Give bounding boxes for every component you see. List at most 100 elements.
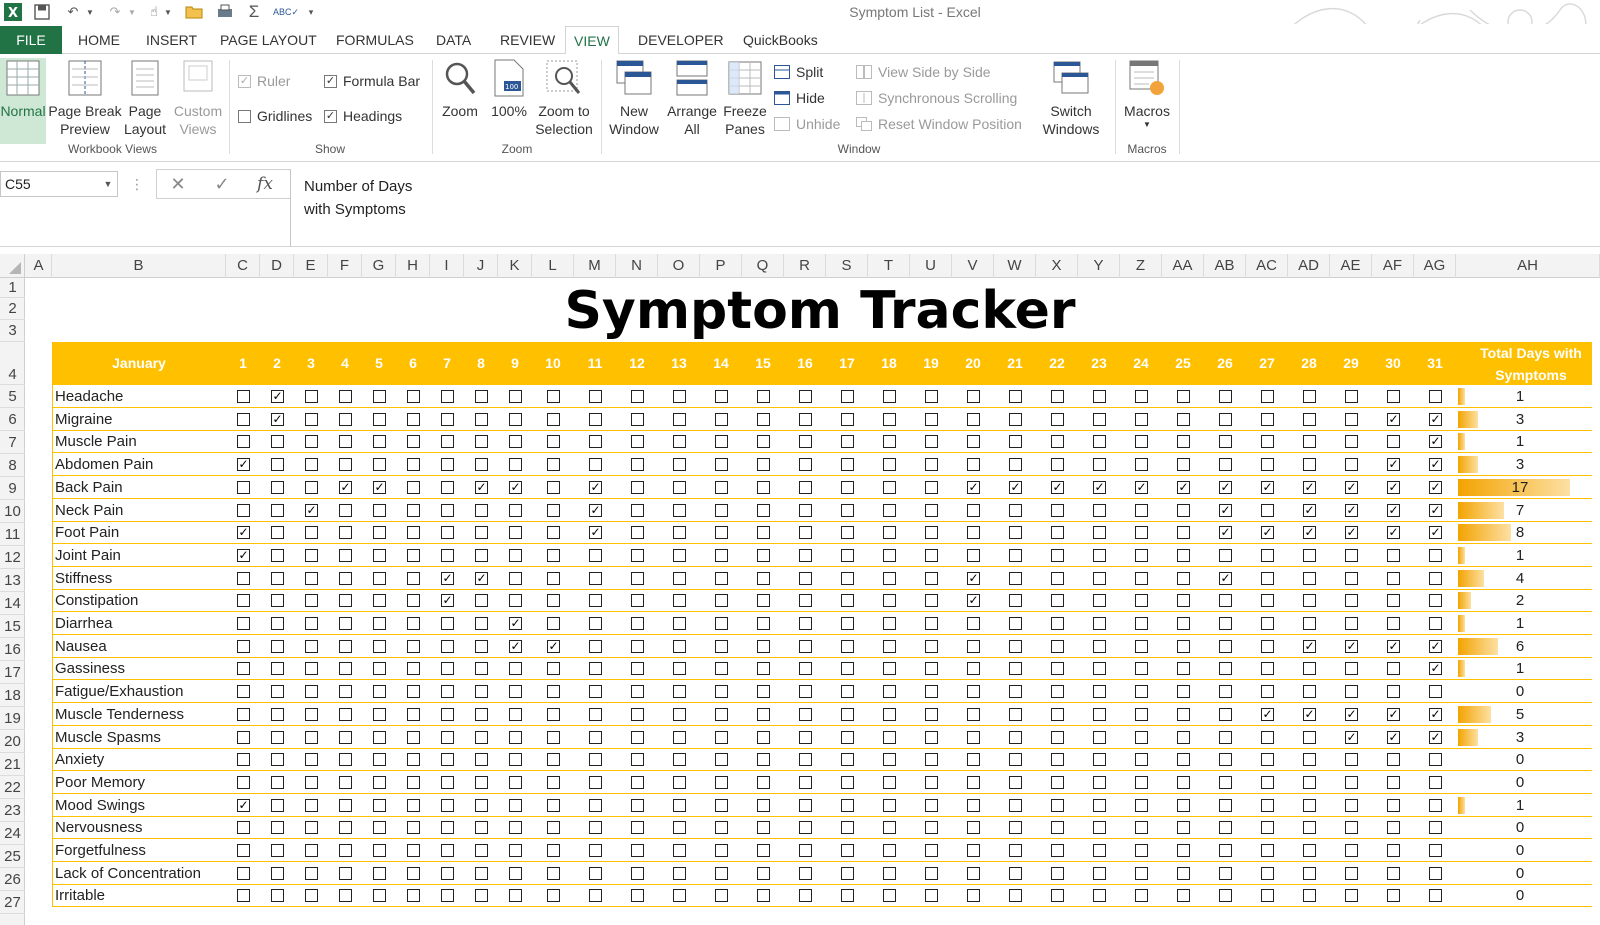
day-checkbox[interactable]: [799, 412, 812, 426]
day-checkbox[interactable]: ✓: [509, 639, 522, 653]
day-checkbox[interactable]: [673, 730, 686, 744]
day-checkbox[interactable]: [715, 617, 728, 630]
day-checkbox[interactable]: [547, 685, 560, 699]
day-checkbox[interactable]: ✓: [1345, 480, 1358, 494]
day-checkbox[interactable]: [1387, 571, 1400, 585]
day-checkbox[interactable]: ✓: [1429, 503, 1442, 517]
day-checkbox[interactable]: [883, 412, 896, 426]
day-checkbox[interactable]: [799, 480, 812, 494]
day-checkbox[interactable]: [237, 571, 250, 585]
day-checkbox[interactable]: ✓: [1219, 503, 1232, 517]
row-header[interactable]: 10: [0, 500, 25, 523]
day-checkbox[interactable]: [475, 412, 488, 426]
day-checkbox[interactable]: [509, 458, 522, 472]
day-checkbox[interactable]: [967, 707, 980, 721]
day-checkbox[interactable]: [925, 435, 938, 449]
day-checkbox[interactable]: [407, 503, 420, 517]
day-checkbox[interactable]: ✓: [1009, 480, 1022, 494]
day-checkbox[interactable]: [1345, 844, 1358, 857]
day-checkbox[interactable]: [305, 844, 318, 857]
day-checkbox[interactable]: [1387, 753, 1400, 767]
zoom-100-button[interactable]: 100 100%: [486, 58, 532, 144]
day-checkbox[interactable]: [1051, 412, 1064, 426]
day-checkbox[interactable]: [1345, 798, 1358, 812]
macros-button[interactable]: Macros ▼: [1118, 58, 1176, 144]
day-checkbox[interactable]: [475, 866, 488, 880]
day-checkbox[interactable]: [441, 730, 454, 744]
day-checkbox[interactable]: [883, 753, 896, 767]
day-checkbox[interactable]: [1093, 730, 1106, 744]
day-checkbox[interactable]: ✓: [1261, 707, 1274, 721]
column-header[interactable]: O: [658, 254, 700, 278]
day-checkbox[interactable]: [799, 753, 812, 767]
column-header[interactable]: AE: [1330, 254, 1372, 278]
symptom-name[interactable]: Abdomen Pain: [55, 453, 153, 475]
day-checkbox[interactable]: [1051, 798, 1064, 812]
day-checkbox[interactable]: [673, 639, 686, 653]
day-checkbox[interactable]: [631, 662, 644, 676]
day-checkbox[interactable]: [509, 775, 522, 789]
day-checkbox[interactable]: [271, 707, 284, 721]
day-checkbox[interactable]: [1303, 435, 1316, 449]
day-checkbox[interactable]: ✓: [967, 571, 980, 585]
day-checkbox[interactable]: [841, 798, 854, 812]
day-checkbox[interactable]: [1219, 412, 1232, 426]
day-checkbox[interactable]: ✓: [509, 480, 522, 494]
day-checkbox[interactable]: [237, 617, 250, 630]
day-checkbox[interactable]: [237, 662, 250, 676]
day-checkbox[interactable]: [1261, 730, 1274, 744]
day-checkbox[interactable]: [1303, 617, 1316, 630]
day-checkbox[interactable]: [967, 798, 980, 812]
day-checkbox[interactable]: [475, 730, 488, 744]
day-checkbox[interactable]: [589, 866, 602, 880]
day-checkbox[interactable]: [967, 866, 980, 880]
day-checkbox[interactable]: [631, 548, 644, 562]
day-checkbox[interactable]: [1177, 617, 1190, 630]
day-checkbox[interactable]: [1009, 526, 1022, 540]
day-checkbox[interactable]: [373, 390, 386, 403]
day-checkbox[interactable]: ✓: [441, 571, 454, 585]
column-header[interactable]: I: [430, 254, 464, 278]
day-checkbox[interactable]: [373, 458, 386, 472]
column-header[interactable]: Y: [1078, 254, 1120, 278]
column-header[interactable]: M: [574, 254, 616, 278]
day-checkbox[interactable]: [271, 435, 284, 449]
day-checkbox[interactable]: [1261, 753, 1274, 767]
day-checkbox[interactable]: [271, 617, 284, 630]
day-checkbox[interactable]: [271, 548, 284, 562]
day-checkbox[interactable]: [631, 571, 644, 585]
day-checkbox[interactable]: [1219, 685, 1232, 699]
day-checkbox[interactable]: [631, 753, 644, 767]
day-checkbox[interactable]: ✓: [271, 390, 284, 403]
day-checkbox[interactable]: [1009, 571, 1022, 585]
symptom-name[interactable]: Foot Pain: [55, 521, 119, 543]
day-checkbox[interactable]: [883, 526, 896, 540]
day-checkbox[interactable]: [925, 412, 938, 426]
day-checkbox[interactable]: [305, 617, 318, 630]
day-checkbox[interactable]: [1303, 730, 1316, 744]
day-checkbox[interactable]: ✓: [1303, 526, 1316, 540]
day-checkbox[interactable]: [339, 412, 352, 426]
day-checkbox[interactable]: [305, 889, 318, 903]
day-checkbox[interactable]: [1051, 753, 1064, 767]
day-checkbox[interactable]: [925, 594, 938, 608]
day-checkbox[interactable]: [841, 435, 854, 449]
day-checkbox[interactable]: [271, 753, 284, 767]
day-checkbox[interactable]: [547, 662, 560, 676]
day-checkbox[interactable]: [1387, 821, 1400, 835]
day-checkbox[interactable]: [1093, 617, 1106, 630]
day-checkbox[interactable]: [715, 866, 728, 880]
day-checkbox[interactable]: [441, 821, 454, 835]
day-checkbox[interactable]: [1219, 594, 1232, 608]
day-checkbox[interactable]: [757, 458, 770, 472]
row-header[interactable]: 27: [0, 891, 25, 914]
day-checkbox[interactable]: [339, 435, 352, 449]
day-checkbox[interactable]: [1219, 844, 1232, 857]
day-checkbox[interactable]: [407, 866, 420, 880]
unhide-button[interactable]: Unhide: [774, 114, 840, 134]
day-checkbox[interactable]: [441, 889, 454, 903]
day-checkbox[interactable]: [509, 548, 522, 562]
day-checkbox[interactable]: [339, 775, 352, 789]
row-header[interactable]: 14: [0, 592, 25, 615]
column-header[interactable]: L: [532, 254, 574, 278]
